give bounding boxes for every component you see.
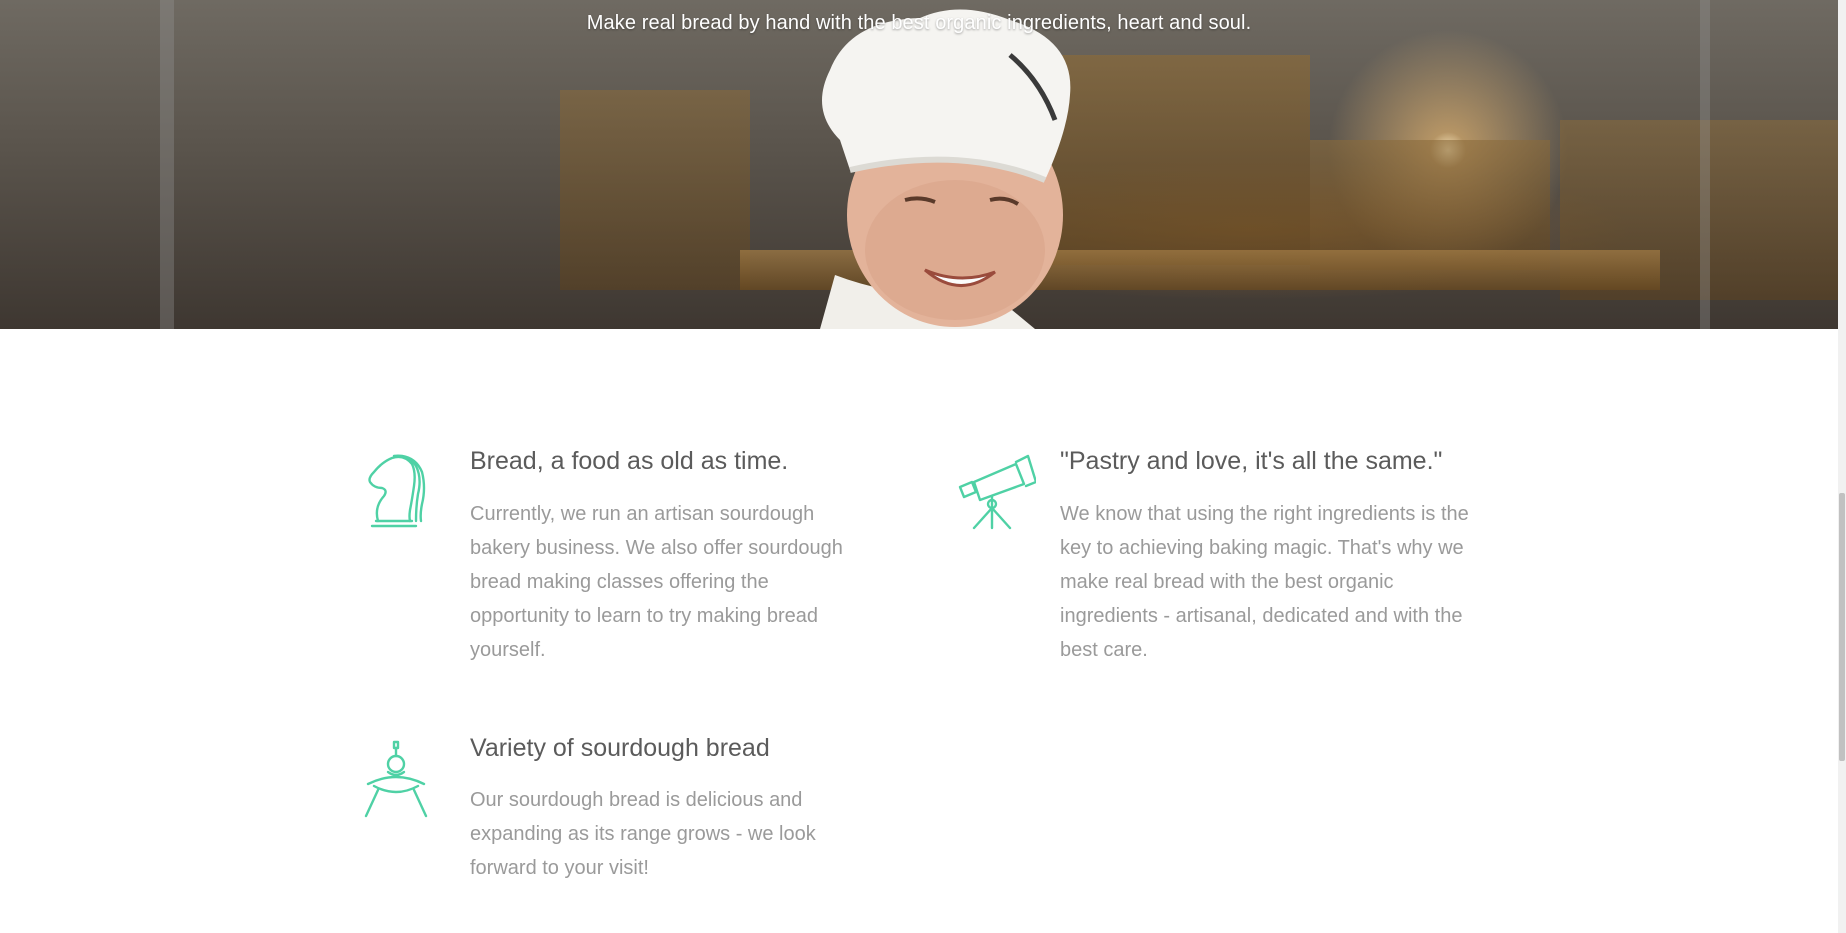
feature-body: We know that using the right ingredients… [1060,503,1469,661]
rocking-horse-icon [364,740,428,818]
hero-banner: Make real bread by hand with the best or… [0,0,1838,329]
feature-title: "Pastry and love, it's all the same." [1060,447,1443,475]
hero-subtitle: Make real bread by hand with the best or… [586,12,1252,34]
scrollbar-track[interactable] [1838,0,1846,933]
feature-title: Variety of sourdough bread [470,734,770,762]
feature-body: Currently, we run an artisan sourdough b… [470,503,843,661]
page: Make real bread by hand with the best or… [0,0,1846,933]
feature-title: Bread, a food as old as time. [470,447,789,475]
chef-photo [820,9,1071,329]
feature-body: Our sourdough bread is delicious and exp… [470,789,816,879]
chess-knight-icon [368,454,426,528]
telescope-icon [958,454,1036,530]
scrollbar-thumb[interactable] [1839,493,1845,761]
